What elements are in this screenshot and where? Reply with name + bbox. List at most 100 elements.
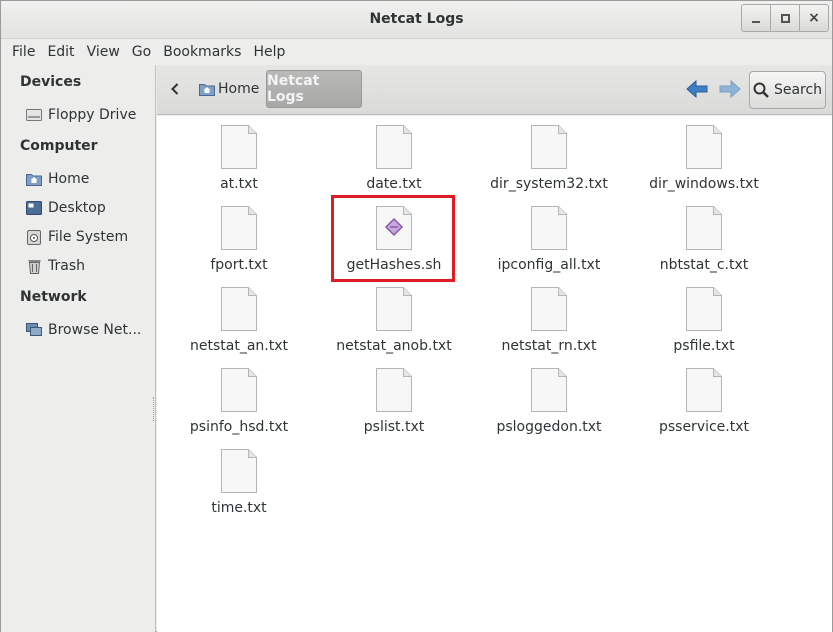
- file-item[interactable]: psinfo_hsd.txt: [164, 367, 314, 435]
- sidebar-item-trash[interactable]: Trash: [26, 255, 154, 277]
- file-item[interactable]: time.txt: [164, 448, 314, 516]
- menu-edit[interactable]: Edit: [41, 44, 80, 60]
- floppy-drive-icon: [26, 107, 42, 123]
- file-item[interactable]: netstat_anob.txt: [319, 286, 469, 354]
- back-button[interactable]: [685, 78, 709, 100]
- arrow-left-icon: [686, 79, 708, 99]
- text-file-icon: [530, 286, 568, 332]
- window-title: Netcat Logs: [369, 11, 464, 27]
- file-name: time.txt: [211, 500, 267, 516]
- text-file-icon: [220, 124, 258, 170]
- file-name: netstat_rn.txt: [501, 338, 597, 354]
- close-button[interactable]: ×: [799, 4, 829, 32]
- file-name: dir_windows.txt: [649, 176, 759, 192]
- sidebar-item-label: Desktop: [48, 200, 106, 216]
- file-grid: at.txt date.txt dir_system32.txt dir_win…: [157, 116, 832, 632]
- file-item[interactable]: psservice.txt: [629, 367, 779, 435]
- file-item[interactable]: netstat_an.txt: [164, 286, 314, 354]
- breadcrumb-home-label: Home: [218, 81, 260, 97]
- forward-button[interactable]: [718, 78, 742, 100]
- highlight-box: [331, 195, 455, 282]
- sidebar-item-file-system[interactable]: File System: [26, 226, 154, 248]
- file-name: pslist.txt: [363, 419, 425, 435]
- file-item[interactable]: fport.txt: [164, 205, 314, 273]
- sidebar-heading-network: Network: [20, 289, 87, 305]
- text-file-icon: [375, 367, 413, 413]
- file-name: psfile.txt: [673, 338, 735, 354]
- file-item[interactable]: nbtstat_c.txt: [629, 205, 779, 273]
- menu-bookmarks[interactable]: Bookmarks: [157, 44, 247, 60]
- file-item[interactable]: dir_windows.txt: [629, 124, 779, 192]
- breadcrumb-back-button[interactable]: [165, 77, 185, 101]
- sidebar-item-home[interactable]: Home: [26, 168, 154, 190]
- menu-go[interactable]: Go: [126, 44, 157, 60]
- toolbar: Home Netcat Logs Search: [157, 65, 832, 115]
- file-item[interactable]: pslist.txt: [319, 367, 469, 435]
- sidebar: Devices Floppy Drive Computer Home Deskt…: [1, 65, 156, 632]
- sidebar-item-label: File System: [48, 229, 129, 245]
- text-file-icon: [530, 205, 568, 251]
- desktop-icon: [26, 200, 42, 216]
- text-file-icon: [530, 367, 568, 413]
- arrow-right-icon: [719, 79, 741, 99]
- file-name: ipconfig_all.txt: [497, 257, 601, 273]
- sidebar-item-label: Floppy Drive: [48, 107, 137, 123]
- file-name: date.txt: [366, 176, 422, 192]
- sidebar-item-desktop[interactable]: Desktop: [26, 197, 154, 219]
- text-file-icon: [685, 367, 723, 413]
- sidebar-item-label: Browse Net...: [48, 322, 142, 338]
- menu-file[interactable]: File: [6, 44, 41, 60]
- file-item[interactable]: date.txt: [319, 124, 469, 192]
- maximize-button[interactable]: [770, 4, 800, 32]
- file-name: at.txt: [220, 176, 258, 192]
- text-file-icon: [220, 367, 258, 413]
- file-name: psinfo_hsd.txt: [189, 419, 289, 435]
- file-name: psservice.txt: [658, 419, 750, 435]
- file-manager-window: Netcat Logs × File Edit View Go Bookmark…: [0, 0, 833, 632]
- file-name: dir_system32.txt: [490, 176, 608, 192]
- file-item[interactable]: at.txt: [164, 124, 314, 192]
- title-bar[interactable]: Netcat Logs ×: [1, 1, 832, 39]
- search-button[interactable]: Search: [749, 71, 826, 109]
- network-icon: [26, 322, 42, 338]
- text-file-icon: [220, 286, 258, 332]
- sidebar-item-browse-network[interactable]: Browse Net...: [26, 319, 154, 341]
- close-icon: ×: [808, 10, 820, 26]
- menu-view[interactable]: View: [81, 44, 126, 60]
- text-file-icon: [685, 286, 723, 332]
- breadcrumb-home[interactable]: Home: [193, 70, 265, 108]
- menu-bar: File Edit View Go Bookmarks Help: [1, 39, 832, 65]
- file-item[interactable]: netstat_rn.txt: [474, 286, 624, 354]
- sidebar-heading-computer: Computer: [20, 138, 98, 154]
- text-file-icon: [685, 124, 723, 170]
- home-folder-icon: [199, 82, 215, 96]
- text-file-icon: [220, 205, 258, 251]
- sidebar-resize-handle[interactable]: [153, 397, 155, 421]
- file-item[interactable]: psfile.txt: [629, 286, 779, 354]
- file-name: fport.txt: [210, 257, 268, 273]
- file-name: netstat_anob.txt: [336, 338, 452, 354]
- file-name: psloggedon.txt: [496, 419, 602, 435]
- menu-help[interactable]: Help: [247, 44, 291, 60]
- file-item[interactable]: psloggedon.txt: [474, 367, 624, 435]
- file-item[interactable]: ipconfig_all.txt: [474, 205, 624, 273]
- home-folder-icon: [26, 171, 42, 187]
- breadcrumb-current[interactable]: Netcat Logs: [266, 70, 362, 108]
- minimize-icon: [752, 21, 760, 23]
- text-file-icon: [685, 205, 723, 251]
- text-file-icon: [530, 124, 568, 170]
- sidebar-item-label: Trash: [48, 258, 85, 274]
- minimize-button[interactable]: [741, 4, 771, 32]
- trash-icon: [26, 258, 42, 274]
- text-file-icon: [375, 286, 413, 332]
- file-name: netstat_an.txt: [190, 338, 288, 354]
- file-item[interactable]: dir_system32.txt: [474, 124, 624, 192]
- file-system-icon: [26, 229, 42, 245]
- search-label: Search: [773, 82, 823, 98]
- maximize-icon: [780, 13, 790, 23]
- chevron-left-icon: [171, 83, 179, 95]
- sidebar-item-floppy-drive[interactable]: Floppy Drive: [26, 104, 154, 126]
- search-icon: [753, 82, 769, 98]
- sidebar-heading-devices: Devices: [20, 74, 82, 90]
- text-file-icon: [220, 448, 258, 494]
